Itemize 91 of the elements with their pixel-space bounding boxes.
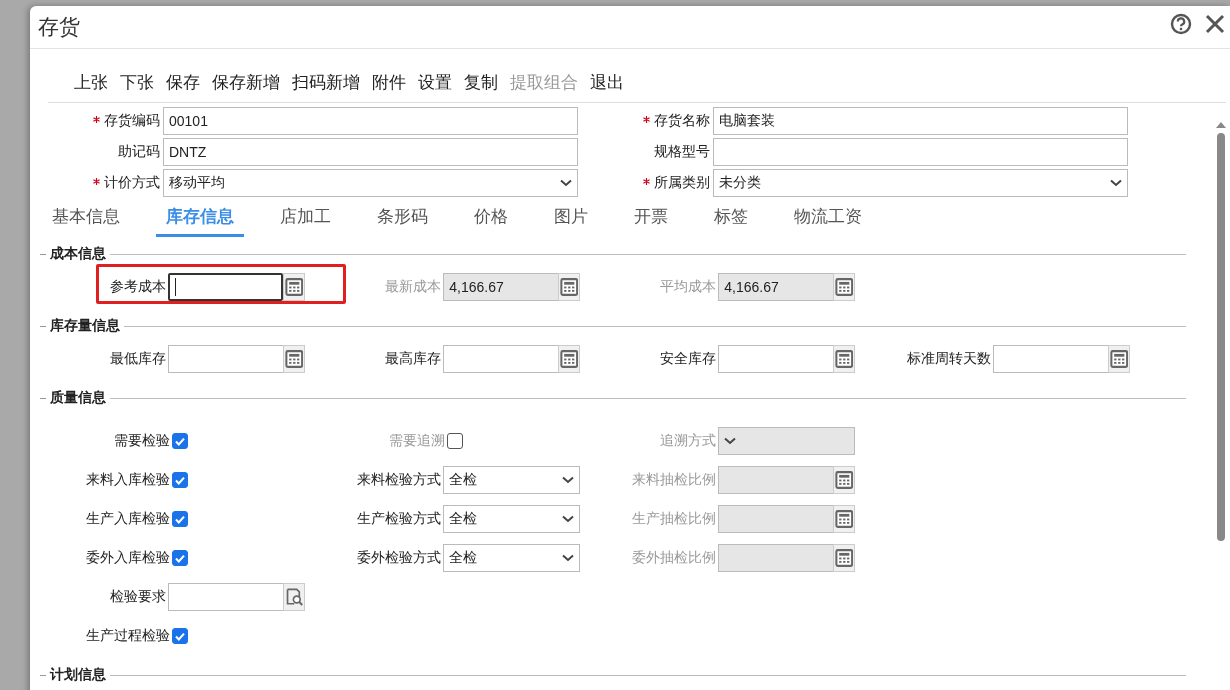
section-title: 质量信息 [50, 389, 106, 407]
chevron-icon [562, 515, 574, 523]
close-icon[interactable] [1204, 13, 1226, 35]
field-label: 来料抽检比例 [631, 471, 718, 489]
dropdown[interactable]: 未分类 [713, 169, 1128, 197]
tab[interactable]: 物流工资 [784, 201, 872, 237]
field-label: 标准周转天数 [906, 350, 993, 368]
toolbar-button[interactable]: 扫码新增 [286, 71, 366, 94]
tab[interactable]: 开票 [624, 201, 678, 237]
text-field[interactable] [168, 583, 283, 611]
field-label: 计价方式 [104, 174, 160, 192]
field-label: 委外检验方式 [356, 549, 443, 567]
toolbar-button[interactable]: 上张 [68, 71, 114, 94]
toolbar-button[interactable]: 附件 [366, 71, 412, 94]
field-label: 追溯方式 [659, 432, 718, 450]
number-field[interactable] [443, 345, 558, 373]
field-label: 最新成本 [384, 278, 443, 296]
checkbox[interactable] [172, 433, 188, 449]
calculator-icon[interactable] [832, 345, 855, 373]
toolbar-button[interactable]: 下张 [114, 71, 160, 94]
tab[interactable]: 价格 [464, 201, 518, 237]
calculator-icon[interactable] [832, 466, 855, 494]
field-label: 生产过程检验 [85, 627, 171, 645]
section-title: 成本信息 [50, 245, 106, 263]
dropdown[interactable]: 全检 [443, 505, 580, 533]
field-label: 来料入库检验 [85, 471, 171, 489]
help-icon[interactable] [1170, 13, 1192, 35]
field-label: 来料检验方式 [356, 471, 443, 489]
dropdown[interactable]: 全检 [443, 544, 580, 572]
toolbar-button[interactable]: 保存新增 [206, 71, 286, 94]
text-field[interactable] [713, 138, 1128, 166]
tab[interactable]: 店加工 [270, 201, 341, 237]
text-field[interactable]: 00101 [163, 107, 578, 135]
field-label: 规格型号 [654, 143, 710, 161]
number-field[interactable] [168, 273, 283, 301]
scroll-up-icon[interactable] [1215, 121, 1227, 129]
text-field[interactable]: 电脑套装 [713, 107, 1128, 135]
field-label: 生产检验方式 [356, 510, 443, 528]
field-label: 存货名称 [654, 112, 710, 130]
field-label: 生产入库检验 [85, 510, 171, 528]
number-field[interactable] [993, 345, 1108, 373]
field-label: 存货编码 [104, 112, 160, 130]
dropdown[interactable]: 移动平均 [163, 169, 578, 197]
number-field[interactable] [718, 466, 833, 494]
dropdown[interactable]: 全检 [443, 466, 580, 494]
chevron-icon [1110, 179, 1122, 187]
section-title: 库存量信息 [50, 317, 120, 335]
chevron-icon [562, 476, 574, 484]
field-label: 最高库存 [384, 350, 443, 368]
toolbar-button[interactable]: 复制 [458, 71, 504, 94]
toolbar-button[interactable]: 退出 [584, 71, 630, 94]
field-label: 最低库存 [109, 350, 168, 368]
number-field[interactable] [718, 345, 833, 373]
chevron-icon [724, 437, 737, 445]
number-field[interactable] [718, 505, 833, 533]
checkbox[interactable] [172, 550, 188, 566]
section-title: 计划信息 [50, 666, 106, 684]
field-label: 需要检验 [113, 432, 171, 450]
field-label: 参考成本 [109, 278, 168, 296]
field-label: 委外抽检比例 [631, 549, 718, 567]
toolbar-button[interactable]: 保存 [160, 71, 206, 94]
tab[interactable]: 基本信息 [42, 201, 130, 237]
chevron-icon [560, 179, 572, 187]
number-field[interactable] [718, 544, 833, 572]
scrollbar-thumb[interactable] [1217, 133, 1225, 541]
toolbar-button[interactable]: 设置 [412, 71, 458, 94]
tab[interactable]: 图片 [544, 201, 598, 237]
tab[interactable]: 标签 [704, 201, 758, 237]
tab[interactable]: 条形码 [367, 201, 438, 237]
window-title: 存货 [38, 14, 80, 40]
calculator-icon[interactable] [832, 505, 855, 533]
text-field[interactable]: DNTZ [163, 138, 578, 166]
lookup-icon[interactable] [282, 583, 305, 611]
field-label: 所属类别 [654, 174, 710, 192]
calculator-icon[interactable] [832, 544, 855, 572]
chevron-icon [562, 554, 574, 562]
field-label: 助记码 [118, 143, 160, 161]
calculator-icon[interactable] [557, 345, 580, 373]
calculator-icon[interactable] [282, 345, 305, 373]
number-field[interactable] [168, 345, 283, 373]
checkbox[interactable] [172, 511, 188, 527]
calculator-icon[interactable] [282, 273, 305, 301]
field-label: 平均成本 [659, 278, 718, 296]
field-label: 检验要求 [109, 588, 168, 606]
calculator-icon[interactable] [1107, 345, 1130, 373]
field-label: 生产抽检比例 [631, 510, 718, 528]
field-label: 安全库存 [659, 350, 718, 368]
checkbox[interactable] [172, 628, 188, 644]
checkbox[interactable] [172, 472, 188, 488]
field-label: 委外入库检验 [85, 549, 171, 567]
field-label: 需要追溯 [388, 432, 446, 450]
